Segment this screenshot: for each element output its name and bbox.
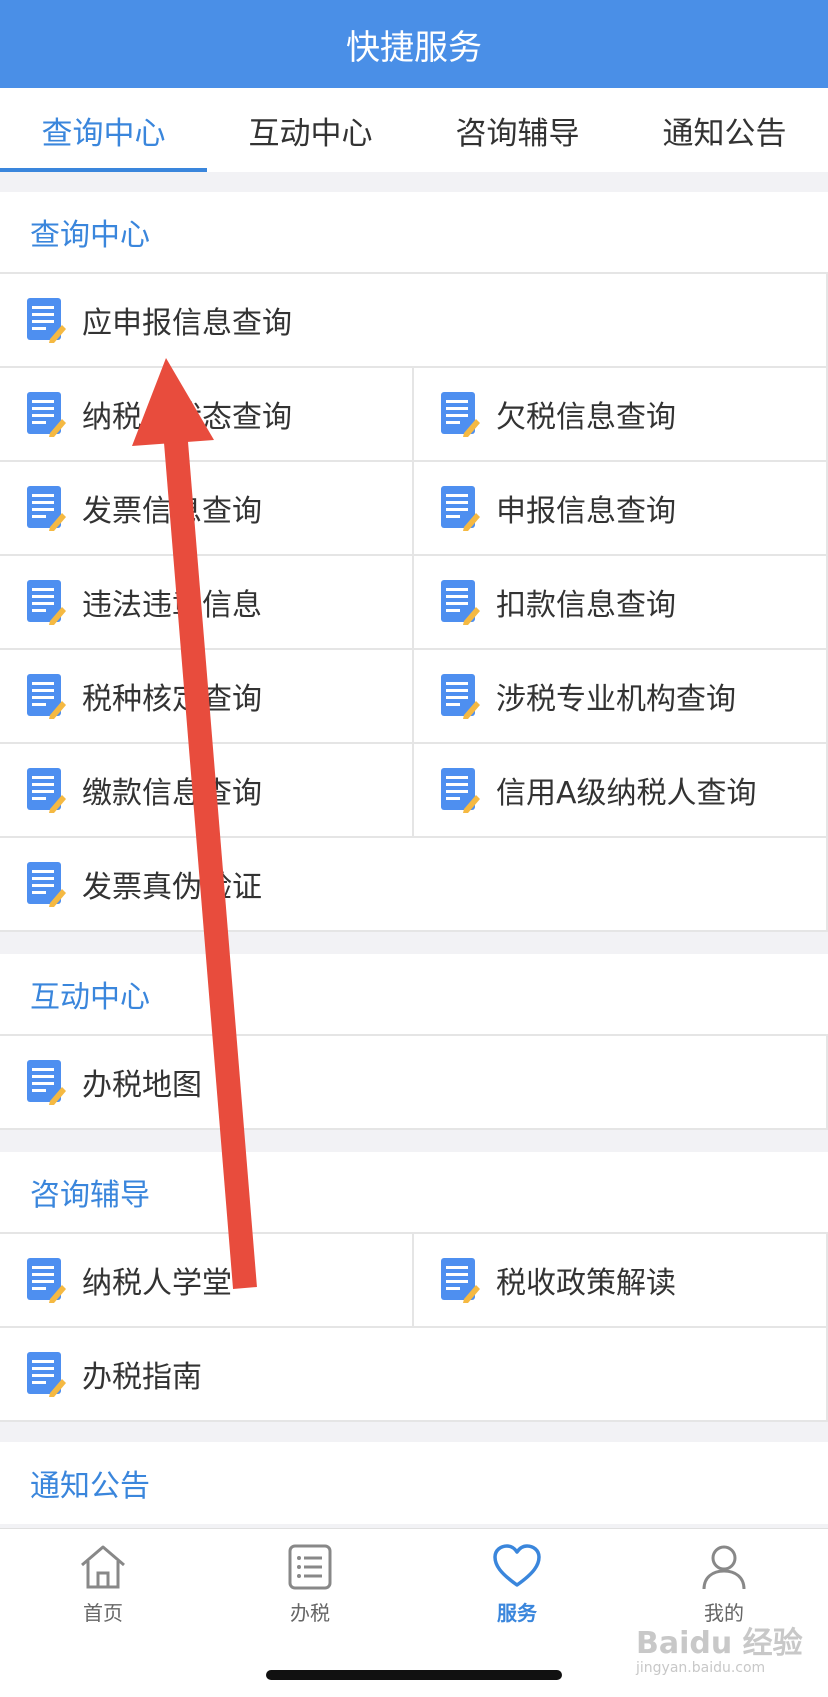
section-query-center: 查询中心 应申报信息查询 纳税人状态查询 欠税信息查询 发票信息查询 申报信息查… — [0, 192, 828, 932]
item-label: 缴款信息查询 — [82, 776, 262, 811]
document-edit-icon — [26, 297, 66, 343]
document-edit-icon — [26, 391, 66, 437]
document-edit-icon — [440, 1257, 480, 1303]
nav-label: 服务 — [497, 1601, 537, 1625]
document-edit-icon — [26, 1351, 66, 1397]
item-payment-query[interactable]: 缴款信息查询 — [0, 744, 412, 836]
document-edit-icon — [26, 767, 66, 813]
item-deduction-query[interactable]: 扣款信息查询 — [412, 556, 826, 648]
item-label: 扣款信息查询 — [496, 588, 676, 623]
item-label: 欠税信息查询 — [496, 400, 676, 435]
user-icon — [702, 1545, 746, 1590]
nav-label: 首页 — [83, 1601, 123, 1625]
item-label: 办税指南 — [82, 1360, 202, 1395]
document-edit-icon — [26, 1059, 66, 1105]
item-taxpayer-school[interactable]: 纳税人学堂 — [0, 1234, 412, 1326]
section-interaction-center: 互动中心 办税地图 — [0, 954, 828, 1130]
item-label: 发票信息查询 — [82, 494, 262, 529]
item-tax-guide[interactable]: 办税指南 — [0, 1328, 826, 1420]
document-edit-icon — [26, 1257, 66, 1303]
item-label: 信用A级纳税人查询 — [496, 776, 757, 811]
tab-notices[interactable]: 通知公告 — [621, 88, 828, 172]
item-invoice-query[interactable]: 发票信息查询 — [0, 462, 412, 554]
item-policy-interpretation[interactable]: 税收政策解读 — [412, 1234, 826, 1326]
document-edit-icon — [26, 861, 66, 907]
home-icon — [81, 1545, 125, 1589]
item-label: 税种核定查询 — [82, 682, 262, 717]
item-label: 纳税人学堂 — [82, 1266, 232, 1301]
document-edit-icon — [26, 673, 66, 719]
section-title: 通知公告 — [30, 1469, 150, 1504]
nav-mine[interactable]: 我的 — [664, 1543, 784, 1626]
nav-service[interactable]: 服务 — [457, 1543, 577, 1626]
item-label: 税收政策解读 — [496, 1266, 676, 1301]
item-tax-map[interactable]: 办税地图 — [0, 1036, 826, 1128]
document-edit-icon — [26, 485, 66, 531]
header-title: 快捷服务 — [346, 27, 482, 68]
item-tax-agency-query[interactable]: 涉税专业机构查询 — [412, 650, 826, 742]
nav-label: 办税 — [290, 1601, 330, 1625]
app-header: 快捷服务 — [0, 0, 828, 88]
tab-consultation[interactable]: 咨询辅导 — [414, 88, 621, 172]
item-tax-arrears-query[interactable]: 欠税信息查询 — [412, 368, 826, 460]
item-label: 办税地图 — [82, 1068, 202, 1103]
item-violation-info[interactable]: 违法违章信息 — [0, 556, 412, 648]
watermark-brand: Baidu 经验 — [636, 1626, 803, 1661]
tab-interaction-center[interactable]: 互动中心 — [207, 88, 414, 172]
item-label: 纳税人状态查询 — [82, 400, 292, 435]
item-declaration-query[interactable]: 应申报信息查询 — [0, 274, 826, 366]
home-indicator — [266, 1670, 562, 1680]
document-edit-icon — [440, 391, 480, 437]
nav-home[interactable]: 首页 — [43, 1543, 163, 1626]
document-edit-icon — [440, 673, 480, 719]
item-credit-a-query[interactable]: 信用A级纳税人查询 — [412, 744, 826, 836]
heart-icon — [493, 1544, 541, 1587]
item-label: 应申报信息查询 — [82, 306, 292, 341]
document-edit-icon — [440, 485, 480, 531]
item-label: 发票真伪验证 — [82, 870, 262, 905]
list-icon — [288, 1544, 332, 1590]
section-title: 互动中心 — [0, 954, 828, 1036]
document-edit-icon — [440, 579, 480, 625]
item-taxpayer-status-query[interactable]: 纳税人状态查询 — [0, 368, 412, 460]
item-tax-type-query[interactable]: 税种核定查询 — [0, 650, 412, 742]
section-title: 查询中心 — [0, 192, 828, 274]
item-filing-query[interactable]: 申报信息查询 — [412, 462, 826, 554]
section-title: 咨询辅导 — [0, 1152, 828, 1234]
tab-query-center[interactable]: 查询中心 — [0, 88, 207, 172]
item-label: 申报信息查询 — [496, 494, 676, 529]
document-edit-icon — [26, 579, 66, 625]
nav-tax[interactable]: 办税 — [250, 1543, 370, 1626]
document-edit-icon — [440, 767, 480, 813]
section-notices: 通知公告 — [0, 1442, 828, 1524]
watermark-url: jingyan.baidu.com — [636, 1660, 766, 1676]
item-label: 违法违章信息 — [82, 588, 262, 623]
tab-bar: 查询中心 互动中心 咨询辅导 通知公告 — [0, 88, 828, 172]
section-consultation: 咨询辅导 纳税人学堂 税收政策解读 办税指南 — [0, 1152, 828, 1422]
item-label: 涉税专业机构查询 — [496, 682, 736, 717]
item-invoice-verification[interactable]: 发票真伪验证 — [0, 838, 826, 930]
